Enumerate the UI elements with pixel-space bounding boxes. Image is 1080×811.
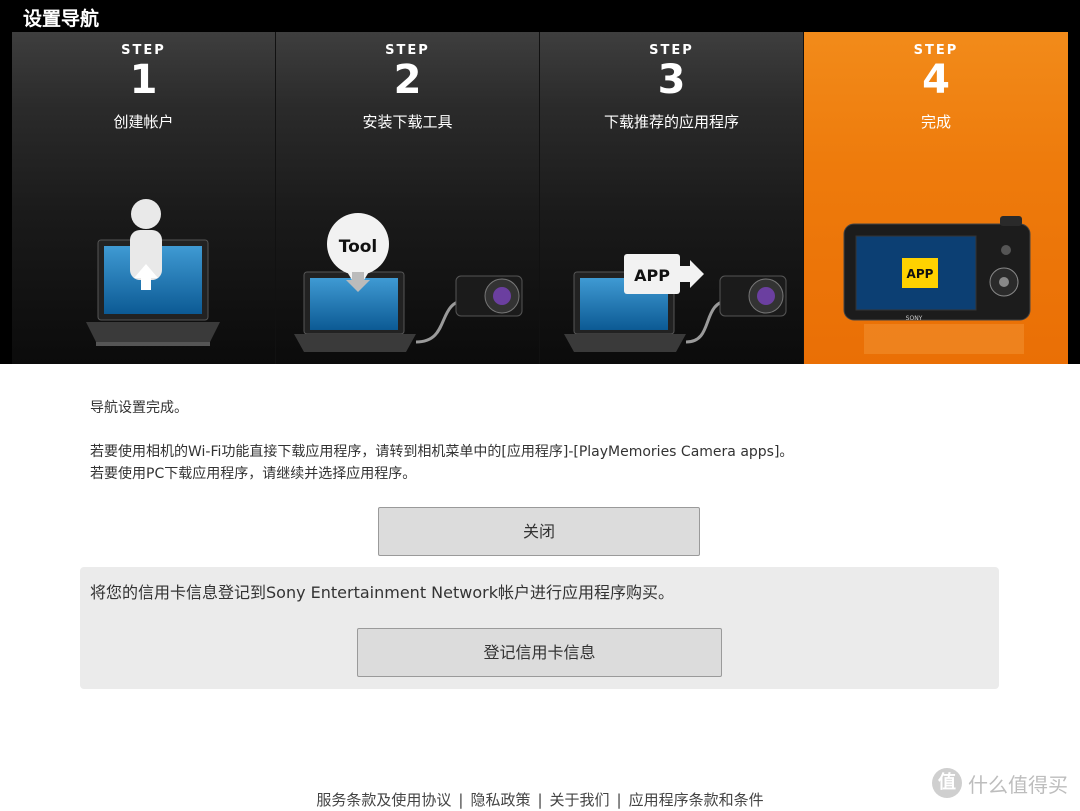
step-number: 3	[657, 57, 686, 103]
step-description: 安装下载工具	[362, 113, 453, 131]
step-label: STEP	[385, 43, 430, 58]
camera-icon	[719, 275, 787, 317]
svg-text:APP: APP	[907, 267, 934, 281]
title-bar: 设置导航	[0, 0, 1080, 32]
laptop-user-illustration	[86, 199, 220, 346]
tool-download-illustration: Tool	[294, 213, 523, 352]
step-2: STEP 2 安装下载工具 Tool	[276, 32, 540, 364]
step-number: 2	[393, 57, 422, 103]
footer-separator: |	[616, 791, 622, 809]
credit-card-message: 将您的信用卡信息登记到Sony Entertainment Network帐户进…	[90, 583, 674, 602]
step-label: STEP	[649, 43, 694, 58]
svg-text:APP: APP	[634, 266, 670, 285]
step-description: 下载推荐的应用程序	[603, 113, 739, 131]
step-label: STEP	[913, 43, 959, 58]
right-border	[1068, 32, 1080, 364]
app-arrow-icon: APP	[624, 254, 704, 294]
app-transfer-illustration: APP	[564, 254, 787, 352]
footer-separator: |	[458, 791, 464, 809]
step-3: STEP 3 下载推荐的应用程序 APP	[540, 32, 804, 364]
svg-text:SONY: SONY	[906, 315, 923, 322]
camera-icon	[455, 275, 523, 317]
completion-message: 导航设置完成。 若要使用相机的Wi-Fi功能直接下载应用程序，请转到相机菜单中的…	[90, 397, 793, 485]
app-terms-link[interactable]: 应用程序条款和条件	[629, 791, 764, 809]
step-4: STEP 4 完成 APP SONY	[804, 32, 1068, 364]
message-line-1: 导航设置完成。	[90, 400, 188, 416]
message-line-2: 若要使用相机的Wi-Fi功能直接下载应用程序，请转到相机菜单中的[应用程序]-[…	[90, 444, 794, 460]
step-label: STEP	[121, 43, 166, 58]
window-title: 设置导航	[23, 8, 100, 30]
close-button[interactable]: 关闭	[378, 507, 700, 556]
step-banner: STEP 1 创建帐户 STEP 2 安装下载工具 Tool STEP 3 下载…	[12, 32, 1068, 364]
reflection	[864, 324, 1024, 354]
step-description: 完成	[920, 113, 951, 131]
step-description: 创建帐户	[113, 113, 174, 131]
camera-icon: APP SONY	[843, 216, 1031, 322]
register-credit-card-button[interactable]: 登记信用卡信息	[357, 628, 722, 677]
step-1: STEP 1 创建帐户	[12, 32, 276, 364]
watermark-logo-icon: 值	[932, 768, 962, 798]
footer-separator: |	[537, 791, 543, 809]
terms-of-service-link[interactable]: 服务条款及使用协议	[316, 791, 451, 809]
privacy-policy-link[interactable]: 隐私政策	[470, 791, 530, 809]
about-us-link[interactable]: 关于我们	[550, 791, 610, 809]
step-number: 4	[922, 57, 950, 103]
svg-text:Tool: Tool	[339, 237, 378, 257]
footer-links: 服务条款及使用协议 | 隐私政策 | 关于我们 | 应用程序条款和条件	[0, 789, 1080, 810]
step-number: 1	[129, 57, 158, 103]
credit-card-panel: 将您的信用卡信息登记到Sony Entertainment Network帐户进…	[80, 567, 999, 689]
watermark-text: 什么值得买	[968, 772, 1068, 797]
camera-complete-illustration: APP SONY	[843, 216, 1031, 354]
message-line-3: 若要使用PC下载应用程序，请继续并选择应用程序。	[90, 466, 417, 482]
left-border	[0, 32, 12, 364]
watermark: 值 什么值得买	[932, 768, 1068, 798]
